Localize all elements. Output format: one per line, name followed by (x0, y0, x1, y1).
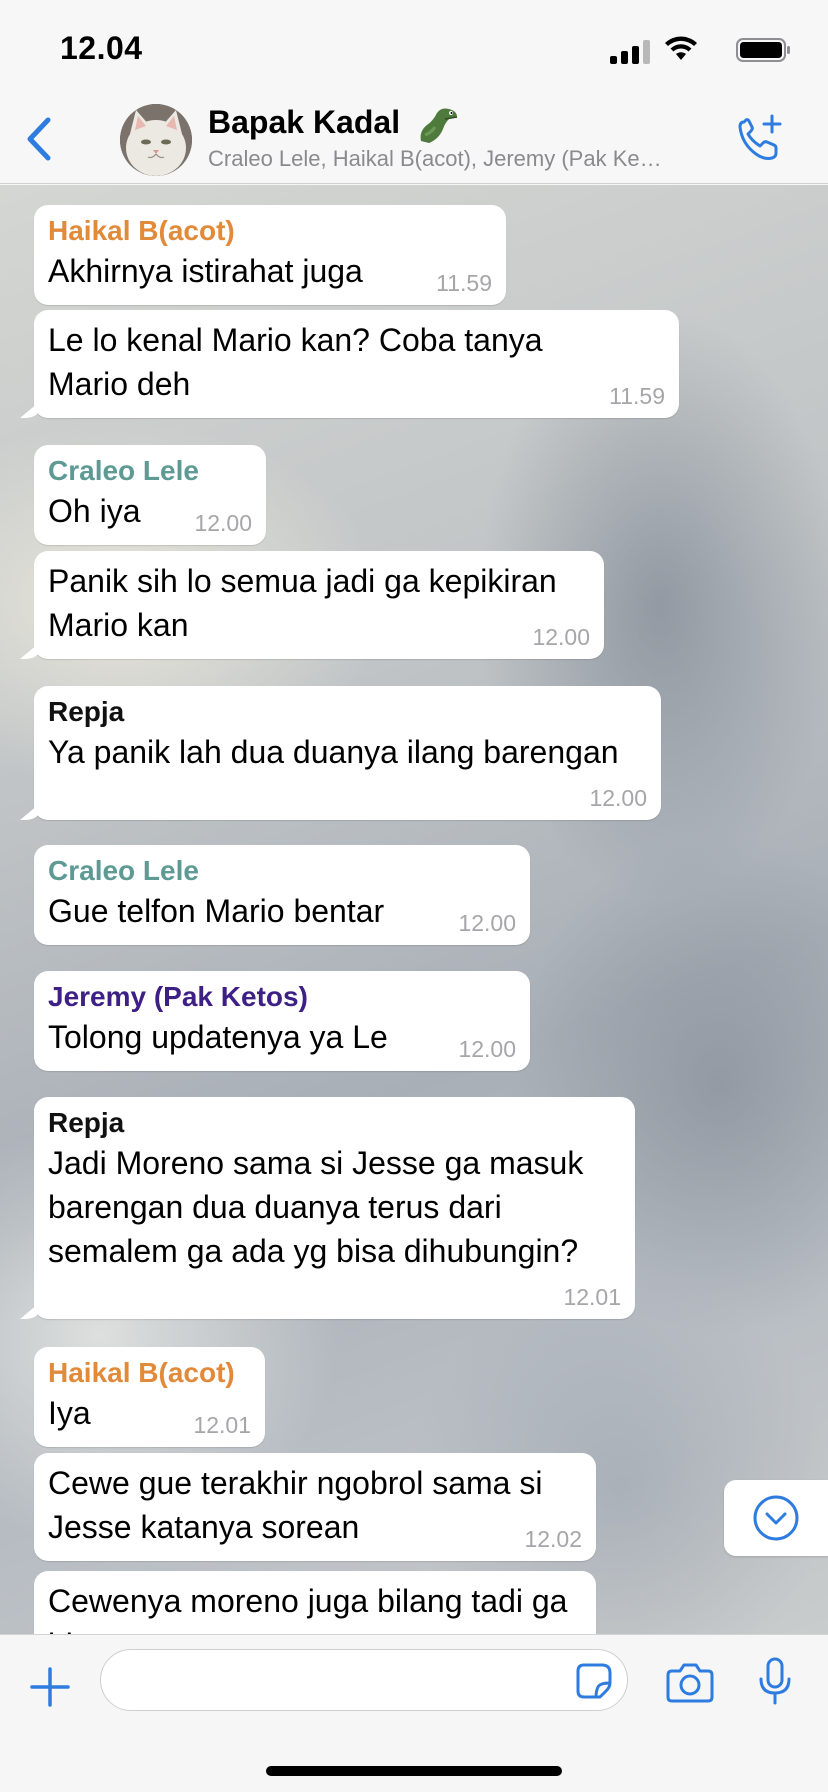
cellular-signal-icon (610, 40, 652, 64)
message-bubble[interactable]: Le lo kenal Mario kan? Coba tanya Mario … (34, 310, 679, 418)
plus-icon[interactable] (28, 1665, 72, 1709)
message-text: Le lo kenal Mario kan? Coba tanya Mario … (48, 322, 543, 402)
home-indicator[interactable] (266, 1766, 562, 1776)
battery-icon (736, 38, 790, 62)
message-time: 11.59 (609, 383, 665, 409)
message-bubble[interactable]: Cewe gue terakhir ngobrol sama si Jesse … (34, 1453, 596, 1561)
back-button[interactable] (22, 114, 56, 164)
message-bubble[interactable]: Repja Ya panik lah dua duanya ilang bare… (34, 686, 661, 820)
group-title[interactable]: Bapak Kadal (208, 104, 461, 145)
message-bubble[interactable]: Craleo Lele Gue telfon Mario bentar 12.0… (34, 845, 530, 945)
status-bar: 12.04 (0, 0, 828, 96)
cat-avatar-image (120, 104, 192, 176)
message-bubble[interactable]: Jeremy (Pak Ketos) Tolong updatenya ya L… (34, 971, 530, 1071)
group-title-text: Bapak Kadal (208, 104, 401, 140)
message-bubble[interactable]: Panik sih lo semua jadi ga kepikiran Mar… (34, 551, 604, 659)
crocodile-emoji-icon (420, 108, 458, 143)
message-text: Akhirnya istirahat juga (48, 253, 363, 289)
message-time: 12.00 (194, 510, 252, 536)
chevron-down-circle-icon (753, 1495, 799, 1541)
message-time: 12.02 (524, 1526, 582, 1552)
sticker-icon[interactable] (574, 1661, 614, 1701)
message-sender: Haikal B(acot) (48, 215, 235, 246)
message-time: 11.59 (436, 270, 492, 296)
message-time: 12.01 (563, 1284, 621, 1310)
message-bubble[interactable]: Haikal B(acot) Akhirnya istirahat juga 1… (34, 205, 506, 305)
microphone-icon[interactable] (758, 1657, 792, 1705)
camera-icon[interactable] (666, 1661, 714, 1703)
message-sender: Craleo Lele (48, 455, 199, 486)
message-text: Tolong updatenya ya Le (48, 1019, 388, 1055)
wifi-icon (665, 36, 697, 60)
message-sender: Repja (48, 696, 125, 727)
message-bubble[interactable]: Craleo Lele Oh iya 12.00 (34, 445, 266, 545)
message-sender: Craleo Lele (48, 855, 199, 886)
scroll-to-bottom-button[interactable] (724, 1480, 828, 1556)
message-sender: Repja (48, 1107, 125, 1138)
message-text: Ya panik lah dua duanya ilang barengan (48, 734, 619, 770)
message-time: 12.00 (458, 910, 516, 936)
message-bubble[interactable]: Cewenya moreno juga bilang tadi ga bisa.… (34, 1571, 596, 1634)
message-time: 12.00 (532, 624, 590, 650)
status-time: 12.04 (60, 30, 143, 66)
group-avatar[interactable] (120, 104, 192, 176)
message-input[interactable] (100, 1649, 628, 1711)
message-sender: Jeremy (Pak Ketos) (48, 981, 308, 1012)
chat-messages-area[interactable]: Haikal B(acot) Akhirnya istirahat juga 1… (0, 185, 828, 1634)
message-time: 12.01 (193, 1412, 251, 1438)
message-time: 12.00 (589, 785, 647, 811)
message-text: Panik sih lo semua jadi ga kepikiran Mar… (48, 563, 557, 643)
message-sender: Haikal B(acot) (48, 1357, 235, 1388)
group-members-subtitle[interactable]: Craleo Lele, Haikal B(acot), Jeremy (Pak… (208, 146, 720, 172)
message-bubble[interactable]: Repja Jadi Moreno sama si Jesse ga masuk… (34, 1097, 635, 1319)
message-time: 12.00 (458, 1036, 516, 1062)
message-text: Cewe gue terakhir ngobrol sama si Jesse … (48, 1465, 543, 1545)
add-call-icon[interactable] (734, 114, 784, 164)
message-bubble[interactable]: Haikal B(acot) Iya 12.01 (34, 1347, 265, 1447)
message-text: Cewenya moreno juga bilang tadi ga bisa.… (48, 1583, 568, 1634)
message-text: Jadi Moreno sama si Jesse ga masuk baren… (48, 1145, 584, 1269)
chat-header: Bapak Kadal Craleo Lele, Haikal B(acot),… (0, 96, 828, 184)
message-text: Gue telfon Mario bentar (48, 893, 385, 929)
